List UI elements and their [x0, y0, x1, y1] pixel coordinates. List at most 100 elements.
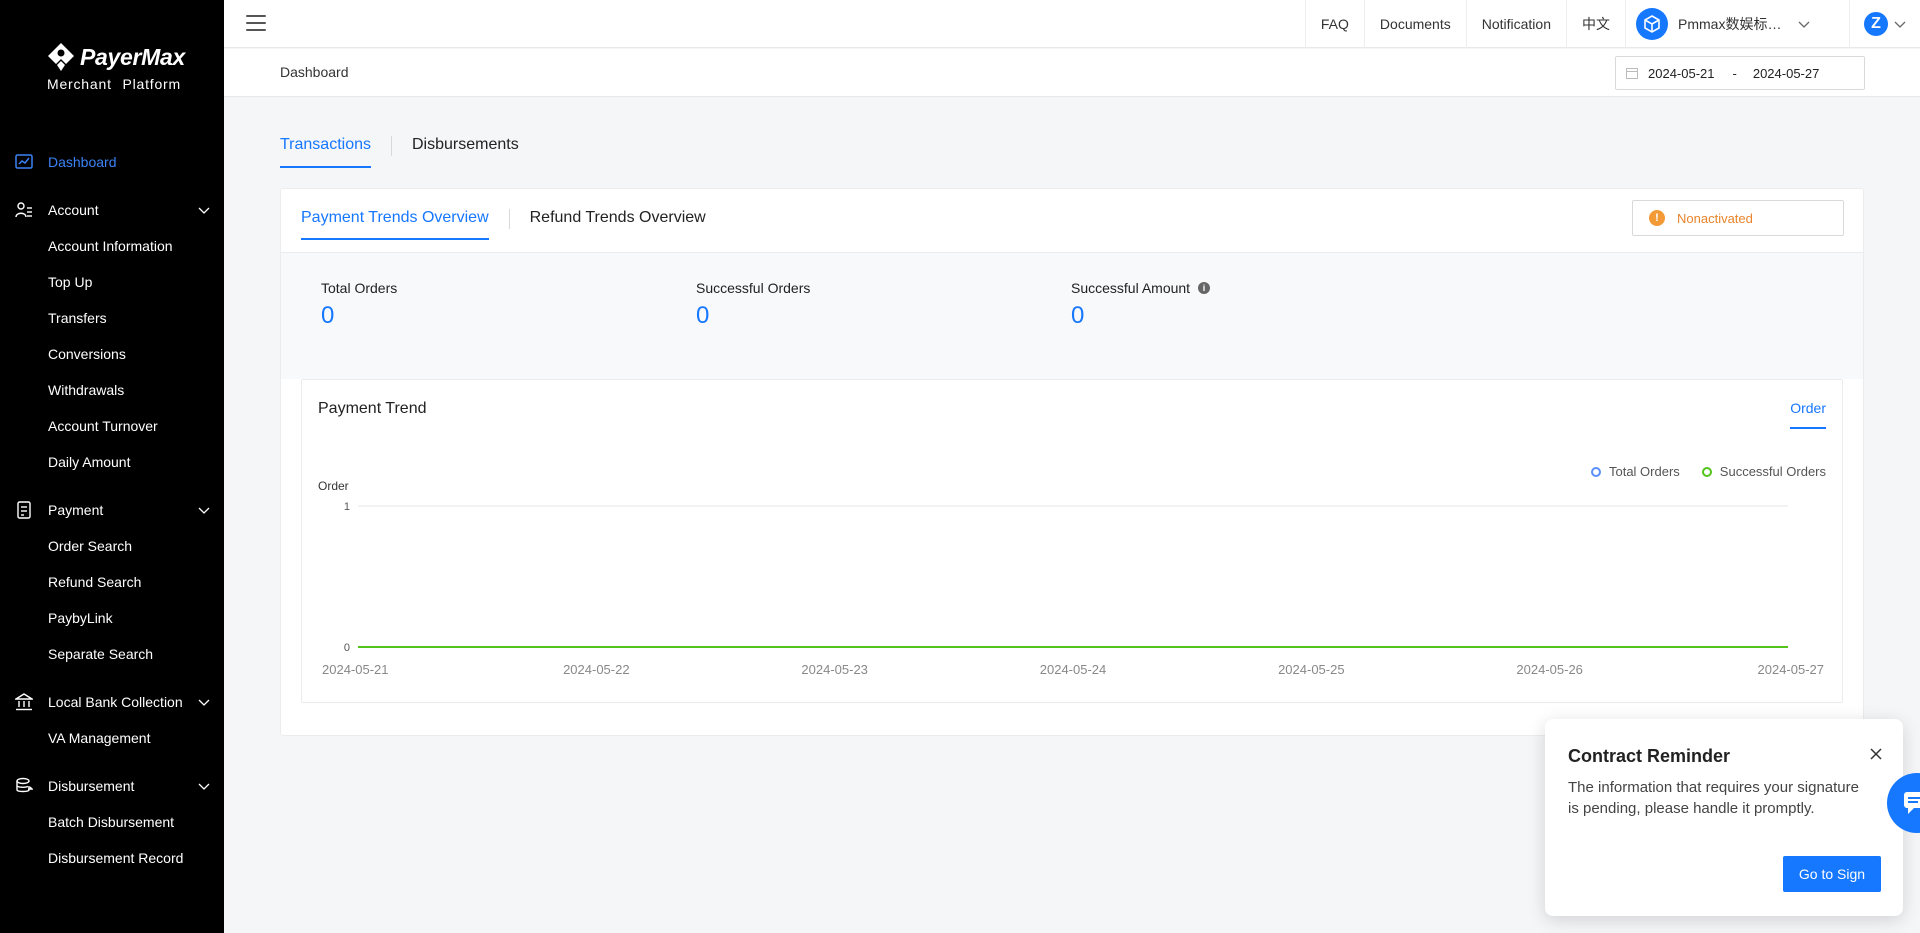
chevron-down-icon	[198, 507, 210, 514]
x-tick-label: 2024-05-23	[801, 662, 868, 677]
contract-reminder-popup: Contract Reminder The information that r…	[1545, 719, 1903, 916]
sidebar-item-label: VA Management	[48, 730, 151, 746]
user-menu[interactable]: Z	[1849, 0, 1920, 48]
calendar-icon	[1626, 68, 1638, 79]
sidebar-item-label: Order Search	[48, 538, 133, 554]
user-group-icon	[15, 202, 32, 218]
overview-card: Payment Trends Overview Refund Trends Ov…	[280, 188, 1864, 736]
notification-link[interactable]: Notification	[1465, 0, 1566, 48]
language-switch[interactable]: 中文	[1566, 0, 1625, 48]
date-range-picker[interactable]: 2024-05-21 - 2024-05-27	[1615, 56, 1865, 90]
date-end[interactable]: 2024-05-27	[1753, 66, 1820, 81]
main-tabs: Transactions Disbursements	[280, 136, 519, 170]
tab-refund-trends[interactable]: Refund Trends Overview	[530, 209, 706, 238]
sidebar-group-account[interactable]: Account	[0, 192, 224, 228]
sub-tabs: Payment Trends Overview Refund Trends Ov…	[301, 209, 706, 240]
x-tick-label: 2024-05-21	[322, 662, 389, 677]
sidebar-item-daily-amount[interactable]: Daily Amount	[0, 444, 224, 480]
chevron-down-icon	[198, 207, 210, 214]
stat-successful-amount: Successful Amount i 0	[1071, 280, 1211, 330]
trend-title: Payment Trend	[318, 400, 427, 417]
sidebar-item-withdrawals[interactable]: Withdrawals	[0, 372, 224, 408]
sidebar-item-account-information[interactable]: Account Information	[0, 228, 224, 264]
sidebar-group-payment[interactable]: Payment	[0, 492, 224, 528]
status-badge[interactable]: ! Nonactivated	[1632, 200, 1844, 236]
sidebar-item-label: Account Information	[48, 238, 173, 254]
tab-payment-trends[interactable]: Payment Trends Overview	[301, 209, 489, 240]
stats-panel: Total Orders 0 Successful Orders 0 Succe…	[281, 253, 1863, 379]
sidebar-group-label: Local Bank Collection	[48, 694, 183, 710]
sidebar-nav: Dashboard Account Account Information To…	[0, 144, 224, 876]
sidebar-item-paybylink[interactable]: PaybyLink	[0, 600, 224, 636]
breadcrumb: Dashboard	[280, 64, 349, 80]
tab-order[interactable]: Order	[1790, 400, 1826, 429]
payermax-logo[interactable]: PayerMax Merchant Platform	[46, 42, 186, 94]
sidebar-item-separate-search[interactable]: Separate Search	[0, 636, 224, 672]
sidebar-item-label: Transfers	[48, 310, 107, 326]
chevron-down-icon	[1894, 21, 1906, 28]
sidebar-item-label: Dashboard	[48, 154, 117, 170]
stat-label: Total Orders	[321, 280, 398, 296]
sidebar-item-order-search[interactable]: Order Search	[0, 528, 224, 564]
sidebar-item-disbursement-record[interactable]: Disbursement Record	[0, 840, 224, 876]
sidebar-item-label: Disbursement Record	[48, 850, 184, 866]
sidebar-item-va-management[interactable]: VA Management	[0, 720, 224, 756]
status-text: Nonactivated	[1677, 210, 1753, 226]
header-links: FAQ Documents Notification 中文 Pmmax数娱标准化…	[1304, 0, 1920, 48]
sidebar-item-label: Top Up	[48, 274, 93, 290]
x-tick-label: 2024-05-24	[1040, 662, 1107, 677]
avatar: Z	[1864, 12, 1888, 36]
warning-icon: !	[1649, 210, 1665, 226]
logo-text: PayerMax	[80, 44, 186, 70]
sidebar-group-local-bank-collection[interactable]: Local Bank Collection	[0, 684, 224, 720]
sidebar-group-disbursement[interactable]: Disbursement	[0, 768, 224, 804]
stat-value: 0	[321, 302, 335, 329]
documents-link[interactable]: Documents	[1363, 0, 1466, 48]
date-separator: -	[1732, 65, 1737, 81]
payment-trend-panel: Payment Trend Order Total Orders Success…	[301, 379, 1843, 703]
sidebar-item-refund-search[interactable]: Refund Search	[0, 564, 224, 600]
stat-label: Successful Orders	[696, 280, 811, 296]
stat-successful-orders: Successful Orders 0	[696, 280, 810, 330]
bank-icon	[15, 693, 33, 711]
popup-title: Contract Reminder	[1568, 746, 1731, 766]
x-tick-label: 2024-05-25	[1278, 662, 1345, 677]
chevron-down-icon	[198, 783, 210, 790]
menu-toggle-icon[interactable]	[246, 15, 266, 33]
sidebar-item-label: Conversions	[48, 346, 126, 362]
date-start[interactable]: 2024-05-21	[1648, 66, 1715, 81]
x-tick-label: 2024-05-22	[563, 662, 630, 677]
faq-link[interactable]: FAQ	[1304, 0, 1364, 48]
stat-label: Successful Amount	[1071, 280, 1191, 296]
merchant-name: Pmmax数娱标准化测试商户	[1678, 16, 1788, 32]
sidebar-item-label: Withdrawals	[48, 382, 125, 398]
sidebar-item-top-up[interactable]: Top Up	[0, 264, 224, 300]
sidebar-item-label: Daily Amount	[48, 454, 131, 470]
sidebar-item-account-turnover[interactable]: Account Turnover	[0, 408, 224, 444]
breadcrumb-bar: Dashboard 2024-05-21 - 2024-05-27	[224, 49, 1920, 97]
logo-subtext: Merchant Platform	[47, 76, 181, 92]
receipt-icon	[17, 501, 31, 519]
chat-icon	[1904, 792, 1920, 814]
y-tick-label: 0	[344, 642, 350, 654]
y-axis-label: Order	[318, 479, 349, 493]
tab-disbursements[interactable]: Disbursements	[412, 136, 519, 166]
info-icon[interactable]: i	[1198, 282, 1211, 294]
sidebar-item-label: PaybyLink	[48, 610, 113, 626]
tab-divider	[508, 209, 510, 229]
close-icon[interactable]	[1869, 747, 1883, 761]
chat-button[interactable]	[1887, 773, 1920, 833]
sidebar-item-conversions[interactable]: Conversions	[0, 336, 224, 372]
top-header: FAQ Documents Notification 中文 Pmmax数娱标准化…	[224, 0, 1920, 48]
sidebar-item-transfers[interactable]: Transfers	[0, 300, 224, 336]
sidebar-item-dashboard[interactable]: Dashboard	[0, 144, 224, 180]
sidebar-item-label: Refund Search	[48, 574, 142, 590]
sidebar-item-batch-disbursement[interactable]: Batch Disbursement	[0, 804, 224, 840]
tab-transactions[interactable]: Transactions	[280, 136, 371, 168]
chevron-down-icon	[198, 699, 210, 706]
dashboard-icon	[15, 154, 33, 169]
merchant-selector[interactable]: Pmmax数娱标准化测试商户	[1625, 0, 1849, 48]
go-to-sign-button[interactable]: Go to Sign	[1783, 856, 1881, 892]
sidebar: PayerMax Merchant Platform Dashboard Acc…	[0, 0, 224, 933]
popup-message: The information that requires your signa…	[1568, 779, 1859, 817]
